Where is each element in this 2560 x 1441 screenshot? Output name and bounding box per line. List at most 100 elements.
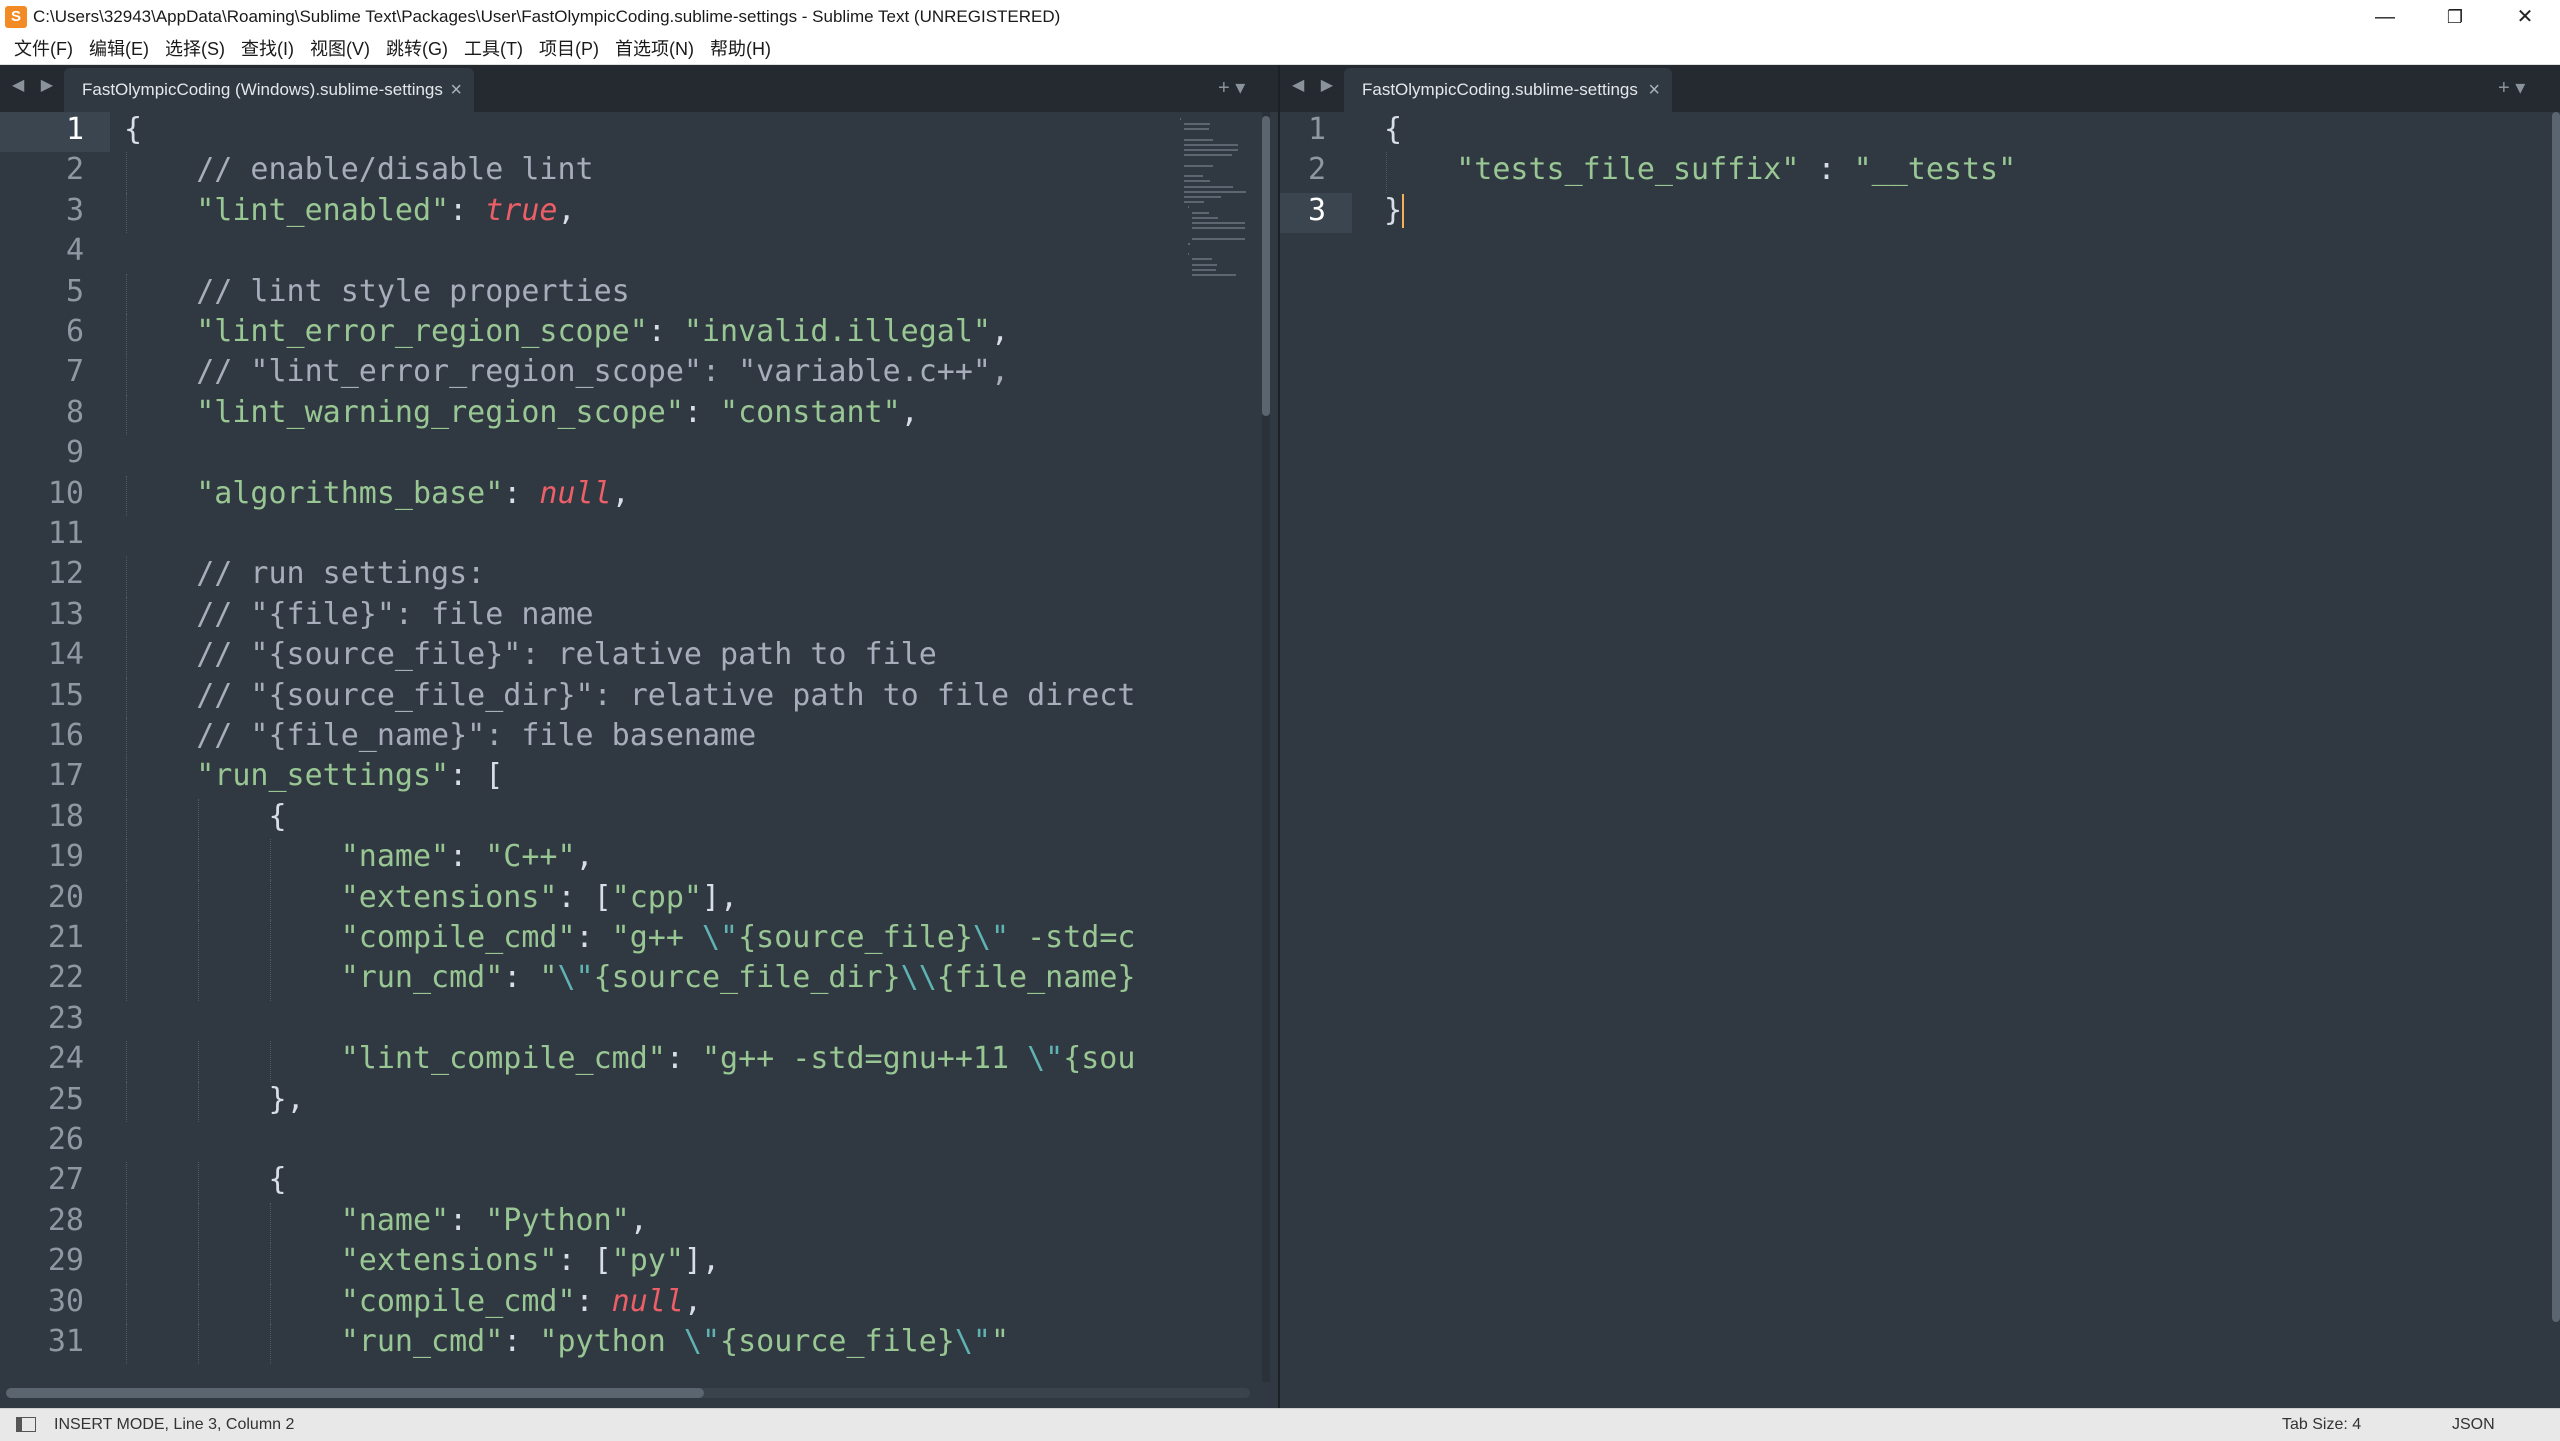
code-line: "compile_cmd": null,: [341, 1284, 702, 1324]
line-number: 13: [47, 596, 84, 632]
minimap-line: [1192, 268, 1216, 271]
tab-nav-arrows[interactable]: ◀ ▶: [12, 75, 59, 95]
menu-item[interactable]: 查找(I): [239, 34, 296, 64]
code-token: \": [972, 920, 1010, 955]
code-token: \": [954, 1324, 991, 1359]
line-number: 24: [47, 1041, 84, 1077]
minimap-line: [1192, 274, 1237, 276]
line-number: 2: [1307, 152, 1326, 188]
line-number: 3: [65, 192, 84, 228]
sublime-logo-icon: S: [5, 6, 27, 28]
menu-item[interactable]: 项目(P): [537, 34, 601, 64]
line-number: 20: [47, 879, 84, 915]
code-line: "lint_compile_cmd": "g++ -std=gnu++11 \"…: [341, 1041, 1136, 1081]
indent-guide: [126, 596, 127, 638]
minimap-line: [1188, 206, 1190, 209]
code-token: : [: [449, 758, 504, 794]
title-bar: S C:\Users\32943\AppData\Roaming\Sublime…: [0, 0, 2560, 34]
code-token: {source_file}: [738, 920, 973, 955]
indent-guide: [270, 1202, 272, 1244]
panel-toggle-icon[interactable]: [16, 1417, 36, 1432]
line-number: 3: [1280, 192, 1352, 233]
code-token: ],: [701, 879, 739, 915]
tab-windows-settings[interactable]: FastOlympicCoding (Windows).sublime-sett…: [64, 68, 474, 112]
code-token: // lint style properties: [196, 273, 630, 309]
code-token: }: [1384, 192, 1403, 228]
minimap-line: [1192, 263, 1218, 266]
line-number: 1: [1307, 112, 1326, 147]
code-token: -std=c: [1009, 920, 1136, 955]
code-token: // "{source_file}": relative path to fil…: [196, 637, 937, 673]
tab-tools-icon[interactable]: + ▾: [1218, 75, 1245, 100]
code-editor[interactable]: {"tests_file_suffix" : "__tests"}: [1384, 112, 2534, 1408]
code-token: "extensions": [340, 1243, 558, 1279]
tab-size-selector[interactable]: Tab Size: 4: [2282, 1409, 2361, 1441]
minimap[interactable]: [1176, 112, 1256, 1382]
code-line: // lint style properties: [196, 274, 629, 314]
minimap-line: [1184, 196, 1222, 198]
syntax-selector[interactable]: JSON: [2452, 1409, 2495, 1441]
line-number: 25: [47, 1081, 84, 1117]
indent-guide: [126, 798, 127, 840]
tab-user-settings[interactable]: FastOlympicCoding.sublime-settings ×: [1344, 68, 1672, 112]
indent-guide: [126, 1202, 127, 1244]
code-token: {: [268, 798, 287, 834]
indent-guide: [270, 839, 272, 880]
line-number: 8: [65, 394, 84, 430]
menu-item[interactable]: 文件(F): [12, 34, 75, 64]
tab-tools-icon[interactable]: + ▾: [2498, 75, 2525, 100]
code-token: :: [647, 314, 684, 349]
indent-guide: [1386, 152, 1387, 193]
line-number: 2: [65, 152, 84, 188]
indent-guide: [126, 394, 127, 436]
vertical-scrollbar[interactable]: [2552, 112, 2560, 1322]
code-token: :: [449, 839, 486, 875]
right-tab-bar: ◀ ▶ FastOlympicCoding.sublime-settings ×…: [1280, 65, 2560, 112]
line-number-gutter: 1 2 3: [1280, 112, 1352, 1408]
line-number: 16: [47, 718, 84, 753]
left-tab-bar: ◀ ▶ FastOlympicCoding (Windows).sublime-…: [0, 65, 1278, 112]
code-token: "compile_cmd": [340, 920, 576, 955]
indent-guide: [198, 1041, 200, 1082]
code-token: ,: [557, 192, 576, 228]
line-number: 17: [47, 758, 84, 794]
menu-item[interactable]: 帮助(H): [708, 34, 773, 64]
code-token: "lint_compile_cmd": [340, 1041, 666, 1077]
code-token: "algorithms_base": [196, 475, 504, 511]
indent-guide: [270, 1283, 272, 1324]
menu-item[interactable]: 视图(V): [308, 34, 372, 64]
left-editor-pane: 1 2 3 4 5 6 7 8 9 10 11 12 13 14 15 16 17 18 19 20 21 22 23 24 2…: [0, 112, 1278, 1408]
menu-item[interactable]: 工具(T): [462, 34, 525, 64]
minimap-line: [1184, 138, 1213, 141]
indent-guide: [126, 839, 127, 880]
vertical-scroll-thumb[interactable]: [1262, 116, 1270, 416]
line-number: 1: [0, 112, 110, 152]
code-token: // "{file_name}": file basename: [196, 718, 757, 753]
menu-item[interactable]: 跳转(G): [384, 34, 450, 64]
indent-guide: [198, 1283, 200, 1324]
horizontal-scroll-thumb[interactable]: [6, 1388, 704, 1398]
code-token: :: [449, 192, 486, 228]
restore-button[interactable]: ❐: [2420, 0, 2490, 34]
menu-item[interactable]: 编辑(E): [87, 34, 151, 64]
close-window-button[interactable]: ✕: [2490, 0, 2560, 34]
code-editor[interactable]: {// enable/disable lint "lint_enabled": t…: [124, 112, 1176, 1408]
menu-item[interactable]: 首选项(N): [613, 34, 696, 64]
code-token: "run_cmd": [340, 960, 504, 996]
minimize-button[interactable]: —: [2350, 0, 2420, 34]
tab-close-icon[interactable]: ×: [1648, 68, 1660, 112]
line-number: 15: [47, 677, 84, 713]
code-token: {source_file_dir}: [593, 960, 901, 996]
indent-guide: [198, 839, 200, 880]
code-token: "lint_warning_region_scope": [196, 394, 684, 430]
indent-guide: [126, 920, 127, 961]
code-token: ],: [683, 1243, 721, 1279]
menu-item[interactable]: 选择(S): [163, 34, 227, 64]
minimap-line: [1184, 128, 1210, 131]
line-number: 23: [47, 1000, 84, 1036]
tab-close-icon[interactable]: ×: [450, 68, 462, 112]
code-line: // "lint_error_region_scope": "variable.…: [196, 354, 1009, 394]
line-number: 26: [47, 1122, 84, 1157]
tab-nav-arrows[interactable]: ◀ ▶: [1292, 75, 1339, 95]
code-token: :: [683, 394, 721, 430]
